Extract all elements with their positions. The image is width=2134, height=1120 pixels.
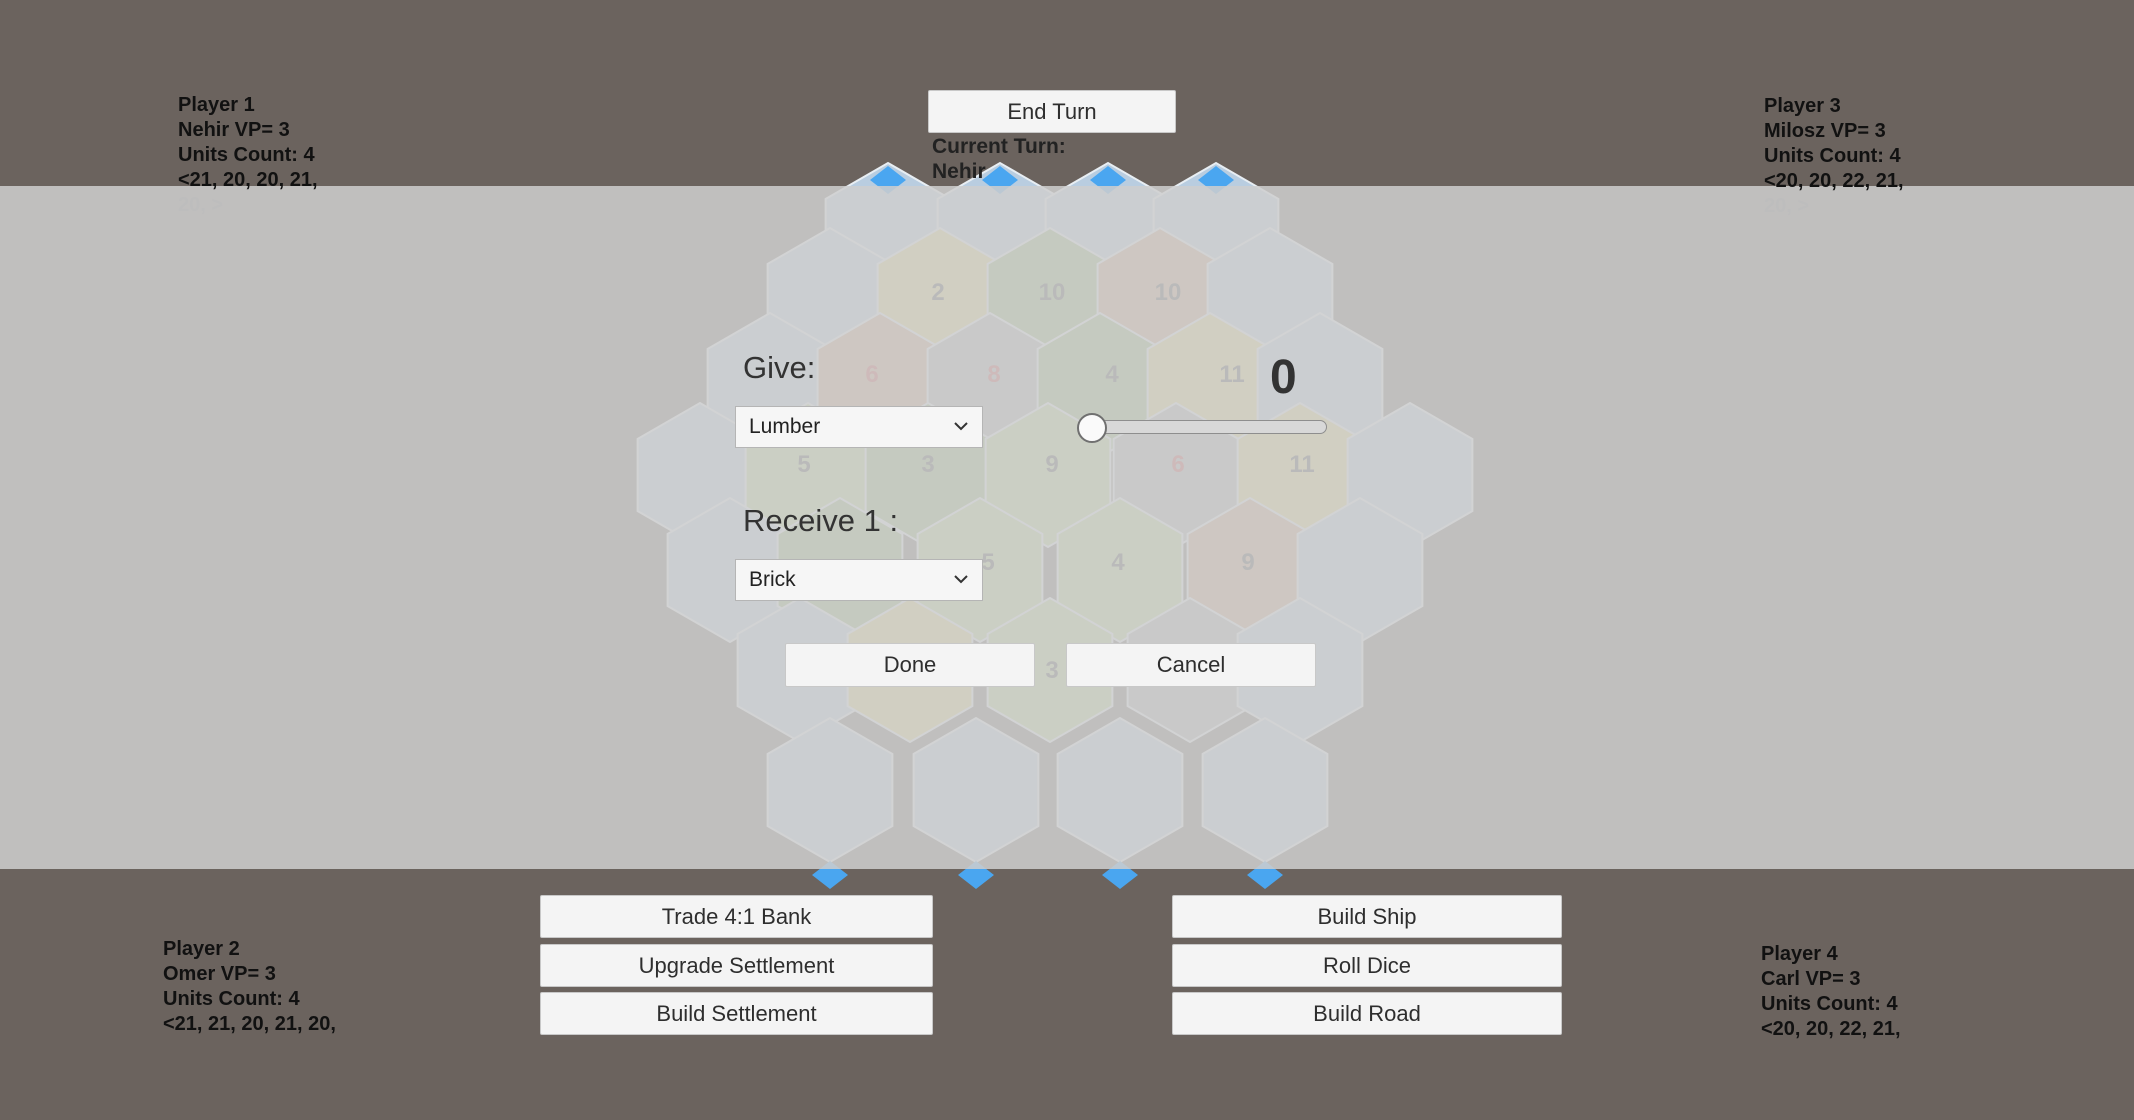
chevron-down-icon [954, 575, 968, 584]
player-1-resources-cont: 20, > [178, 194, 224, 216]
upgrade-settlement-button[interactable]: Upgrade Settlement [540, 944, 933, 987]
player-1-title: Player 1 [178, 94, 255, 116]
player-4-units: Units Count: 4 [1761, 993, 1898, 1015]
receive-resource-select[interactable]: Brick [735, 559, 983, 601]
modal-overlay [0, 186, 2134, 869]
cancel-button[interactable]: Cancel [1066, 643, 1316, 687]
build-settlement-button[interactable]: Build Settlement [540, 992, 933, 1035]
player-3-resources: <20, 20, 22, 21, [1764, 170, 1904, 192]
player-3-units: Units Count: 4 [1764, 145, 1901, 167]
amount-slider-handle[interactable] [1077, 413, 1107, 443]
current-turn: Current Turn: Nehir [932, 134, 1066, 184]
receive-resource-value: Brick [749, 568, 796, 591]
player-2-resources: <21, 21, 20, 21, 20, [163, 1013, 336, 1035]
player-4-vp: Carl VP= 3 [1761, 968, 1861, 990]
current-turn-label: Current Turn: [932, 135, 1066, 158]
player-1-units: Units Count: 4 [178, 144, 315, 166]
amount-slider-track[interactable] [1092, 420, 1327, 434]
chevron-down-icon [954, 422, 968, 431]
player-3-info: Player 3 Milosz VP= 3 Units Count: 4 <20… [1764, 94, 1904, 219]
player-2-title: Player 2 [163, 938, 240, 960]
player-4-info: Player 4 Carl VP= 3 Units Count: 4 <20, … [1761, 942, 1901, 1042]
build-ship-button[interactable]: Build Ship [1172, 895, 1562, 938]
give-resource-select[interactable]: Lumber [735, 406, 983, 448]
roll-dice-button[interactable]: Roll Dice [1172, 944, 1562, 987]
player-3-vp: Milosz VP= 3 [1764, 120, 1886, 142]
end-turn-button[interactable]: End Turn [928, 90, 1176, 133]
current-turn-player: Nehir [932, 160, 986, 183]
player-3-title: Player 3 [1764, 95, 1841, 117]
build-road-button[interactable]: Build Road [1172, 992, 1562, 1035]
player-3-resources-cont: 20, > [1764, 195, 1810, 217]
give-label: Give: [743, 350, 816, 385]
player-2-info: Player 2 Omer VP= 3 Units Count: 4 <21, … [163, 937, 336, 1037]
done-button[interactable]: Done [785, 643, 1035, 687]
player-2-units: Units Count: 4 [163, 988, 300, 1010]
player-1-resources: <21, 20, 20, 21, [178, 169, 318, 191]
give-resource-value: Lumber [749, 415, 821, 438]
receive-label: Receive 1 : [743, 503, 899, 538]
player-1-info: Player 1 Nehir VP= 3 Units Count: 4 <21,… [178, 93, 318, 218]
trade-bank-button[interactable]: Trade 4:1 Bank [540, 895, 933, 938]
player-1-vp: Nehir VP= 3 [178, 119, 290, 141]
trade-amount: 0 [1270, 351, 1297, 404]
player-4-title: Player 4 [1761, 943, 1838, 965]
player-4-resources: <20, 20, 22, 21, [1761, 1018, 1901, 1040]
player-2-vp: Omer VP= 3 [163, 963, 276, 985]
